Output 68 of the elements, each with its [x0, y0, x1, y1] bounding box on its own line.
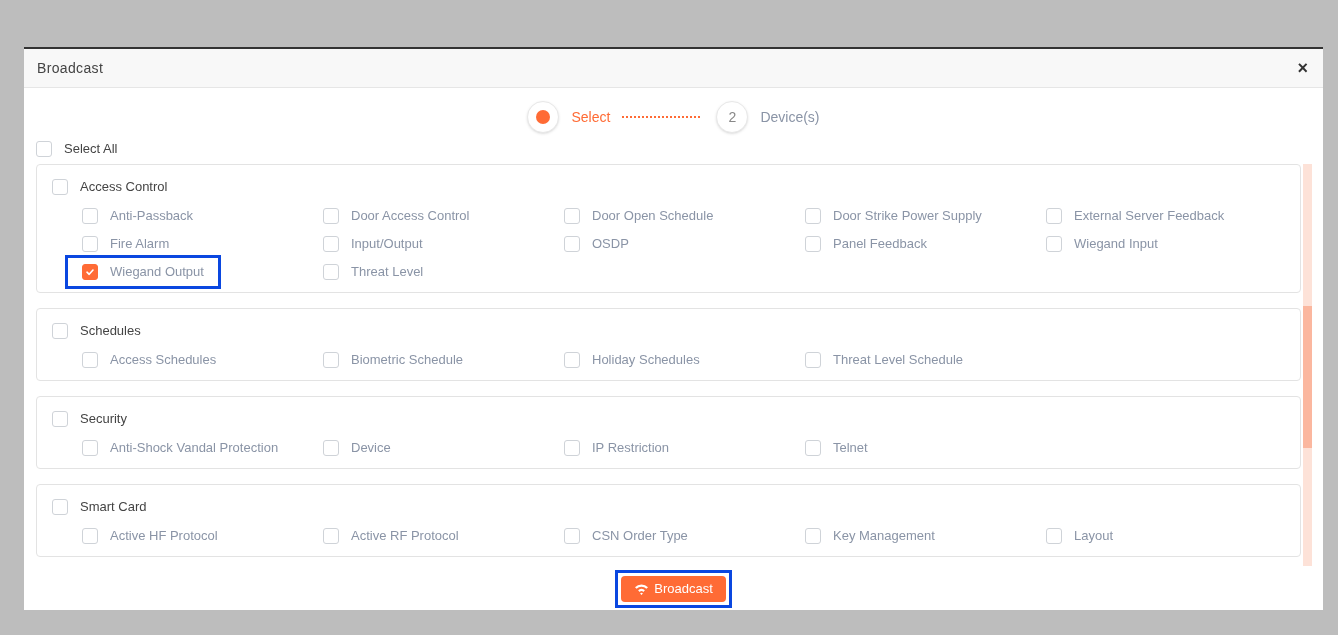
option-label: Key Management [833, 527, 935, 546]
option-label: Fire Alarm [110, 235, 170, 254]
checkbox[interactable] [52, 323, 68, 339]
step-label: Select [571, 107, 611, 127]
option-label: OSDP [592, 235, 629, 254]
checkbox[interactable] [564, 236, 580, 252]
option-label: IP Restriction [592, 439, 670, 458]
scrollbar-thumb[interactable] [1303, 306, 1312, 448]
checkbox[interactable] [805, 236, 821, 252]
checkbox[interactable] [564, 352, 580, 368]
option-label: Anti-Shock Vandal Protection [110, 439, 279, 458]
checkbox[interactable] [323, 352, 339, 368]
option-label: Door Access Control [351, 207, 470, 226]
checkbox[interactable] [323, 208, 339, 224]
option-label: Biometric Schedule [351, 351, 463, 370]
checkbox[interactable] [82, 236, 98, 252]
option-label: Threat Level [351, 263, 424, 282]
option-label: Layout [1074, 527, 1114, 546]
checkbox[interactable] [52, 179, 68, 195]
option-label: Door Strike Power Supply [833, 207, 982, 226]
category-label: Access Control [80, 178, 168, 197]
checkbox[interactable] [82, 440, 98, 456]
option-label: Telnet [833, 439, 868, 458]
option-label: Wiegand Input [1074, 235, 1158, 254]
checkbox[interactable] [805, 440, 821, 456]
close-button[interactable]: × [1297, 59, 1308, 77]
checkbox[interactable] [52, 499, 68, 515]
option-label: Access Schedules [110, 351, 217, 370]
checkbox[interactable] [82, 208, 98, 224]
checkbox[interactable] [323, 236, 339, 252]
checkbox[interactable] [82, 528, 98, 544]
option-label: Threat Level Schedule [833, 351, 964, 370]
option-label: Input/Output [351, 235, 423, 254]
option-label: Holiday Schedules [592, 351, 700, 370]
option-label: Active HF Protocol [110, 527, 218, 546]
option-label: CSN Order Type [592, 527, 688, 546]
checkbox[interactable] [1046, 208, 1062, 224]
option-label: Panel Feedback [833, 235, 927, 254]
dialog-title: Broadcast [37, 58, 104, 78]
option-label: Anti-Passback [110, 207, 194, 226]
checkbox[interactable] [564, 208, 580, 224]
checkbox[interactable] [82, 352, 98, 368]
checkbox[interactable] [323, 264, 339, 280]
option-label: Wiegand Output [110, 263, 204, 282]
checkbox[interactable] [1046, 236, 1062, 252]
checkbox[interactable] [805, 528, 821, 544]
checkbox[interactable] [323, 528, 339, 544]
checkbox[interactable] [805, 352, 821, 368]
option-label: Door Open Schedule [592, 207, 714, 226]
select-all-label: Select All [64, 140, 118, 159]
option-label: Active RF Protocol [351, 527, 459, 546]
step-indicator: 2 [716, 101, 749, 133]
option-label: Device [351, 439, 391, 458]
checkbox[interactable] [805, 208, 821, 224]
wifi-icon [634, 583, 650, 595]
category-label: Schedules [80, 322, 141, 341]
option-label: External Server Feedback [1074, 207, 1225, 226]
checkbox[interactable] [52, 411, 68, 427]
checkbox[interactable] [36, 141, 52, 157]
checkmark-icon [85, 267, 95, 277]
step-label: Device(s) [760, 107, 820, 127]
checkbox[interactable] [564, 440, 580, 456]
checkbox[interactable] [323, 440, 339, 456]
checkbox[interactable] [1046, 528, 1062, 544]
checkbox[interactable] [82, 264, 98, 280]
category-label: Smart Card [80, 498, 147, 517]
checkbox[interactable] [564, 528, 580, 544]
category-label: Security [80, 410, 127, 429]
